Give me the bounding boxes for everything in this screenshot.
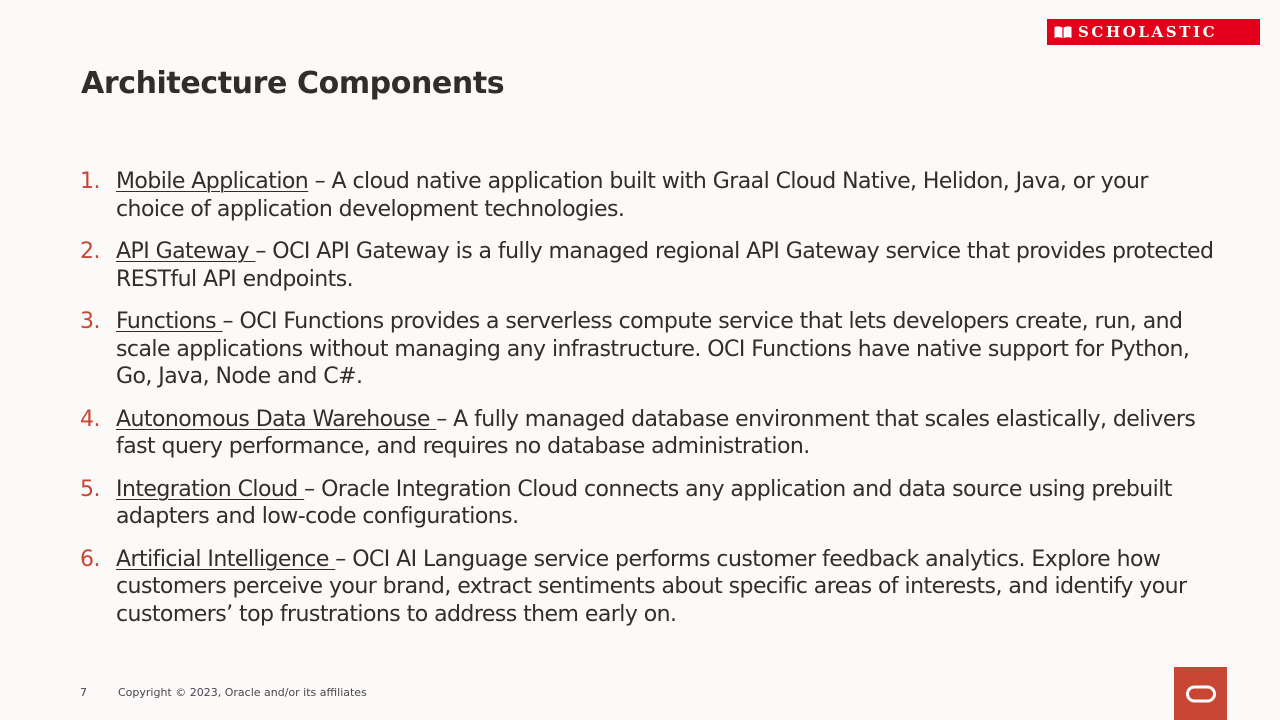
- list-item: 4. Autonomous Data Warehouse – A fully ma…: [80, 406, 1220, 461]
- item-term: Integration Cloud: [116, 476, 305, 502]
- oracle-logo-icon: [1185, 685, 1216, 702]
- components-list: 1. Mobile Application – A cloud native ap…: [80, 168, 1220, 643]
- item-number: 3.: [80, 309, 100, 334]
- list-item: 2. API Gateway – OCI API Gateway is a ful…: [80, 238, 1220, 293]
- item-separator: –: [255, 239, 273, 264]
- copyright-text: Copyright © 2023, Oracle and/or its affi…: [118, 686, 367, 699]
- scholastic-logo: SCHOLASTIC: [1047, 19, 1260, 45]
- item-separator: –: [436, 406, 454, 432]
- list-item: 3. Functions – OCI Functions provides a s…: [80, 308, 1220, 391]
- item-number: 4.: [80, 406, 100, 432]
- item-separator: –: [304, 476, 322, 502]
- oracle-logo: [1174, 667, 1227, 720]
- slide-title: Architecture Components: [81, 66, 505, 101]
- item-number: 6.: [80, 546, 100, 572]
- list-item: 5. Integration Cloud – Oracle Integration…: [80, 476, 1220, 531]
- item-separator: –: [335, 546, 353, 572]
- item-description: OCI API Gateway is a fully managed regio…: [116, 239, 1214, 292]
- item-number: 2.: [80, 239, 100, 264]
- item-separator: –: [308, 169, 332, 194]
- open-book-icon: [1054, 26, 1072, 39]
- item-term: Functions: [116, 309, 223, 334]
- page-number: 7: [80, 686, 87, 699]
- item-term: Artificial Intelligence: [116, 546, 336, 572]
- scholastic-logo-text: SCHOLASTIC: [1078, 23, 1218, 41]
- item-term: API Gateway: [116, 239, 256, 264]
- item-term: Autonomous Data Warehouse: [116, 406, 437, 432]
- item-term: Mobile Application: [116, 169, 309, 194]
- item-number: 1.: [80, 169, 100, 194]
- item-separator: –: [222, 309, 240, 334]
- list-item: 1. Mobile Application – A cloud native ap…: [80, 168, 1220, 223]
- item-number: 5.: [80, 476, 100, 502]
- item-description: OCI Functions provides a serverless comp…: [116, 309, 1190, 389]
- list-item: 6. Artificial Intelligence – OCI AI Langu…: [80, 546, 1220, 629]
